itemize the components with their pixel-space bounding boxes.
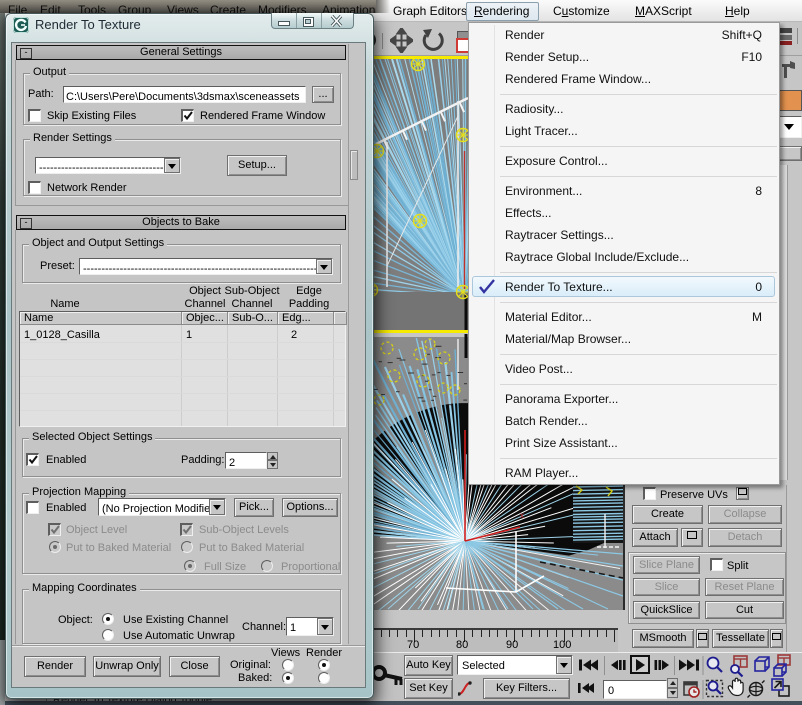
svg-text:x: x <box>520 511 524 520</box>
